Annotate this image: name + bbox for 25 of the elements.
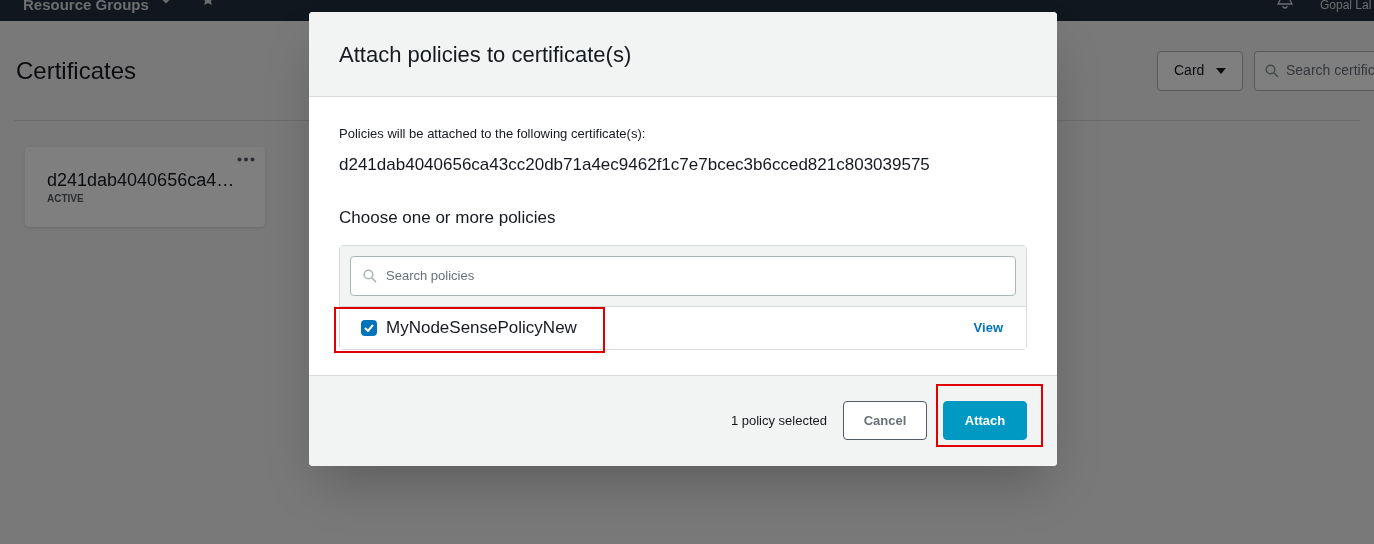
page-title: Certificates	[15, 55, 137, 86]
certificate-card[interactable]: d241dab4040656ca4… ACTIVE	[25, 147, 265, 227]
caret-icon	[1216, 67, 1226, 74]
policy-name: MyNodeSensePolicyNew	[386, 316, 578, 339]
attach-button[interactable]: Attach	[943, 401, 1027, 440]
check-icon	[364, 323, 374, 332]
search-icon	[363, 268, 377, 283]
view-link[interactable]: View	[973, 317, 1003, 338]
section-title: Choose one or more policies	[339, 207, 557, 229]
bell-icon[interactable]	[1276, 0, 1294, 10]
selection-count: 1 policy selected	[730, 411, 827, 430]
more-options-icon[interactable]	[237, 157, 255, 162]
certificate-id: d241dab4040656ca43cc20db71a4ec9462f1c7e7bcec3b6cced821c803039575	[339, 153, 931, 176]
intro-text: Policies will be attached to the following certificate(s):	[339, 125, 647, 143]
view-select[interactable]: Card	[1157, 50, 1243, 91]
status-label: ACTIVE	[47, 192, 85, 206]
cancel-button[interactable]: Cancel	[843, 401, 927, 440]
search-field[interactable]: Search certific	[1254, 50, 1374, 91]
user-name[interactable]: Gopal Lal	[1320, 0, 1372, 14]
search-field[interactable]: Search policies	[350, 255, 1016, 296]
checkbox[interactable]	[361, 319, 377, 336]
search-icon	[1265, 63, 1279, 78]
nav-menu-label[interactable]: Resource Groups	[23, 0, 149, 17]
card-title: d241dab4040656ca4…	[47, 169, 236, 191]
dialog-title: Attach policies to certificate(s)	[339, 40, 632, 69]
